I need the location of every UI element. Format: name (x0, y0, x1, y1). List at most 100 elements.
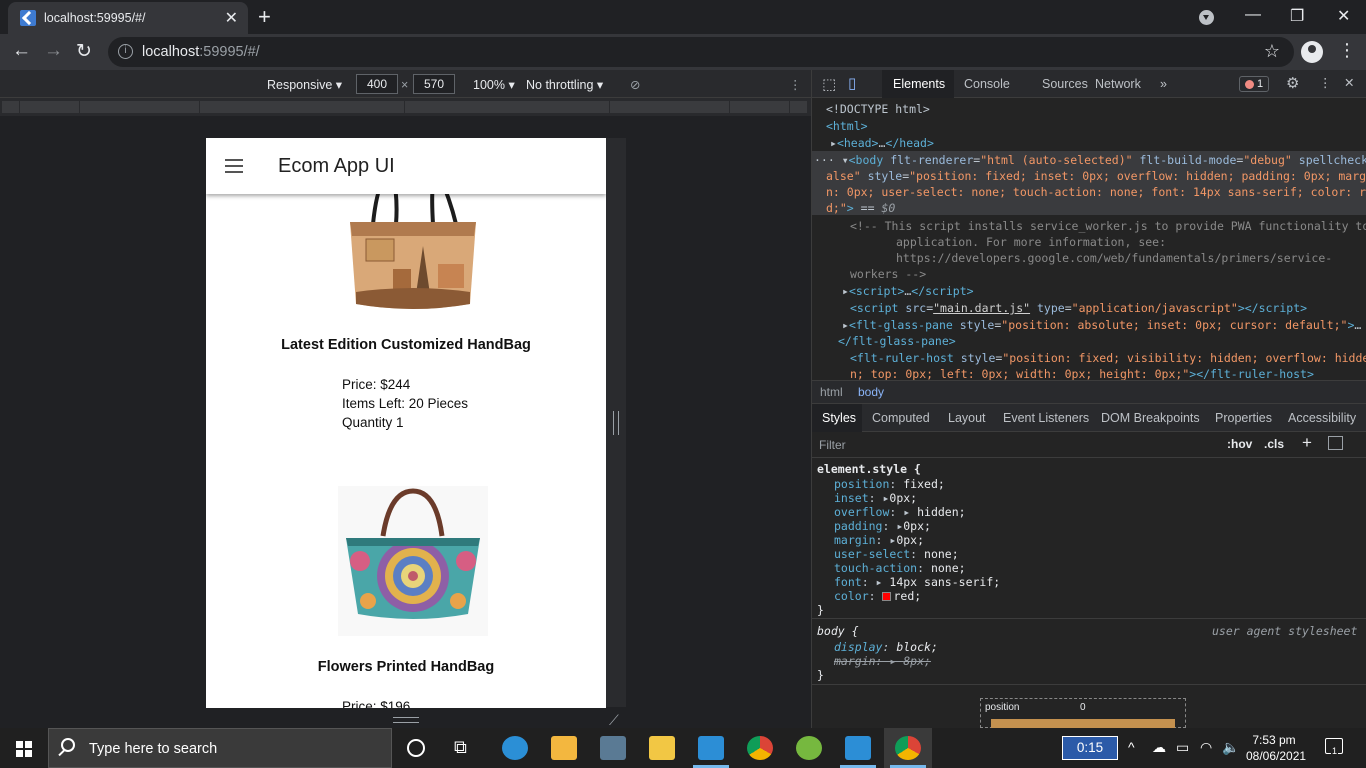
devtools-panel: ⬚ ▯ Elements Console Sources Network » 1… (811, 70, 1366, 729)
breadcrumb: html body (812, 380, 1366, 404)
volume-icon[interactable]: 🔈 (1222, 739, 1239, 756)
bookmark-star-icon[interactable]: ☆ (1264, 41, 1280, 62)
minimize-icon[interactable]: — (1245, 6, 1261, 24)
tab-properties[interactable]: Properties (1215, 411, 1272, 425)
more-tabs-icon[interactable]: » (1160, 77, 1167, 91)
tab-layout[interactable]: Layout (948, 411, 986, 425)
app-title: Ecom App UI (278, 155, 395, 177)
tab-accessibility[interactable]: Accessibility (1288, 411, 1356, 425)
task-view-icon[interactable]: ⧉ (454, 737, 467, 758)
restore-icon[interactable]: ❐ (1290, 6, 1304, 26)
tab-network[interactable]: Network (1095, 77, 1141, 91)
box-model-diagram[interactable]: position 0 (980, 698, 1186, 729)
device-toolbar: Responsive ▾ 400 × 570 100% ▾ No throttl… (0, 70, 811, 98)
viewport-width-input[interactable]: 400 (356, 74, 398, 94)
color-swatch[interactable] (882, 592, 892, 601)
back-icon[interactable]: ← (12, 40, 31, 62)
settings-gear-icon[interactable]: ⚙ (1286, 74, 1299, 92)
recording-timer[interactable]: 0:15 (1062, 736, 1118, 760)
tab-styles[interactable]: Styles (822, 411, 856, 425)
tab-dom-breakpoints[interactable]: DOM Breakpoints (1101, 411, 1200, 425)
taskbar-search-box[interactable]: Type here to search (48, 728, 392, 768)
camera-icon[interactable] (600, 736, 626, 760)
viewport-corner-resize-icon[interactable]: ⟋ (609, 712, 619, 729)
battery-icon[interactable]: ▭ (1176, 739, 1189, 756)
zoom-select[interactable]: 100% ▾ (473, 77, 515, 92)
emulated-viewport-area: ⟋ Ecom App UI Latest Edition Customized … (0, 116, 811, 728)
windows-taskbar: Type here to search ⧉ 0:15 ^ ☁ ▭ ◠ 🔈 7:5… (0, 728, 1366, 768)
new-style-rule-icon[interactable]: + (1302, 433, 1312, 453)
product-price: Price: $244 (342, 377, 411, 392)
user-agent-stylesheet-label: user agent stylesheet (1212, 624, 1358, 638)
style-prop: font: ▸ 14px sans-serif; (834, 575, 1001, 589)
styles-pane[interactable]: element.style { position: fixed; inset: … (812, 458, 1366, 728)
active-chrome-taskbar-item[interactable] (884, 728, 932, 768)
tab-elements[interactable]: Elements (893, 77, 945, 91)
store-icon[interactable] (551, 736, 577, 760)
chrome-menu-icon[interactable]: ⋮ (1338, 40, 1356, 61)
forward-icon[interactable]: → (44, 40, 63, 62)
tab-event-listeners[interactable]: Event Listeners (1003, 411, 1089, 425)
breadcrumb-body[interactable]: body (858, 385, 884, 399)
vscode-icon[interactable] (845, 736, 871, 760)
flutter-favicon-icon (20, 10, 36, 26)
rotate-icon[interactable]: ⊘ (630, 77, 640, 92)
tab-search-icon[interactable] (1199, 10, 1214, 25)
filter-input[interactable]: Filter (819, 438, 846, 452)
site-info-icon[interactable]: i (118, 44, 133, 59)
tab-strip: localhost:59995/#/ ✕ + — ❐ ✕ (0, 0, 1366, 34)
reload-icon[interactable]: ↻ (76, 40, 92, 63)
inspect-element-icon[interactable]: ⬚ (822, 75, 836, 93)
file-explorer-icon[interactable] (649, 736, 675, 760)
show-hidden-icons-chevron-icon[interactable]: ^ (1128, 739, 1135, 755)
url-text[interactable]: localhost:59995/#/ (142, 44, 260, 60)
device-toolbar-menu-icon[interactable]: ⋮ (789, 77, 802, 92)
wifi-icon[interactable]: ◠ (1200, 739, 1212, 756)
viewport-height-input[interactable]: 570 (413, 74, 455, 94)
tab-computed[interactable]: Computed (872, 411, 930, 425)
onedrive-icon[interactable]: ☁ (1152, 739, 1166, 756)
system-clock[interactable]: 7:53 pm 08/06/2021 (1246, 732, 1306, 764)
cortana-icon[interactable] (407, 739, 425, 757)
product-price: Price: $196 (342, 699, 411, 708)
hamburger-menu-icon[interactable] (225, 159, 243, 173)
close-window-icon[interactable]: ✕ (1337, 6, 1350, 26)
close-devtools-icon[interactable]: ✕ (1344, 75, 1354, 90)
throttling-select[interactable]: No throttling ▾ (526, 77, 603, 92)
hov-toggle[interactable]: :hov (1227, 437, 1252, 451)
flutter-app: Ecom App UI Latest Edition Customized Ha… (206, 138, 606, 708)
element-style-selector: element.style { (817, 462, 921, 476)
cls-toggle[interactable]: .cls (1264, 437, 1284, 451)
style-prop: overflow: ▸ hidden; (834, 505, 966, 519)
product-items-left: Items Left: 20 Pieces (342, 396, 469, 411)
tab-sources[interactable]: Sources (1042, 77, 1088, 91)
device-mode-select[interactable]: Responsive ▾ (267, 77, 342, 92)
browser-tab[interactable]: localhost:59995/#/ ✕ (8, 2, 248, 34)
profile-avatar-icon[interactable] (1301, 41, 1323, 63)
navigation-bar: ← → ↻ i localhost:59995/#/ ☆ ⋮ (0, 34, 1366, 70)
viewport-height-resize-handle[interactable] (393, 717, 419, 723)
style-prop: padding: ▸0px; (834, 519, 931, 533)
devtools-tabbar: ⬚ ▯ Elements Console Sources Network » 1… (812, 70, 1366, 98)
toggle-sidebar-icon[interactable] (1328, 436, 1343, 450)
notification-center-icon[interactable]: 1 (1325, 738, 1343, 756)
utorrent-icon[interactable] (796, 736, 822, 760)
edge-icon[interactable] (502, 736, 528, 760)
windows-start-icon[interactable] (16, 741, 32, 757)
chrome-icon[interactable] (747, 736, 773, 760)
style-prop: touch-action: none; (834, 561, 966, 575)
device-toggle-icon[interactable]: ▯ (848, 74, 856, 92)
new-tab-icon[interactable]: + (258, 4, 271, 30)
error-count-badge[interactable]: 1 (1239, 76, 1269, 92)
elements-tree[interactable]: <!DOCTYPE html> <html> ▸<head>…</head> ·… (812, 98, 1366, 380)
devtools-menu-icon[interactable]: ⋮ (1319, 75, 1332, 90)
tab-console[interactable]: Console (964, 77, 1010, 91)
breadcrumb-html[interactable]: html (820, 385, 843, 399)
vscode-icon[interactable] (698, 736, 724, 760)
viewport-width-resize-handle[interactable] (613, 411, 619, 435)
styles-subtabbar: Styles Computed Layout Event Listeners D… (812, 404, 1366, 432)
ua-prop-overridden: margin: ▸ 8px; (834, 654, 931, 668)
media-query-bar[interactable] (0, 98, 811, 116)
address-bar[interactable]: i localhost:59995/#/ ☆ (108, 37, 1294, 67)
close-tab-icon[interactable]: ✕ (225, 8, 238, 28)
